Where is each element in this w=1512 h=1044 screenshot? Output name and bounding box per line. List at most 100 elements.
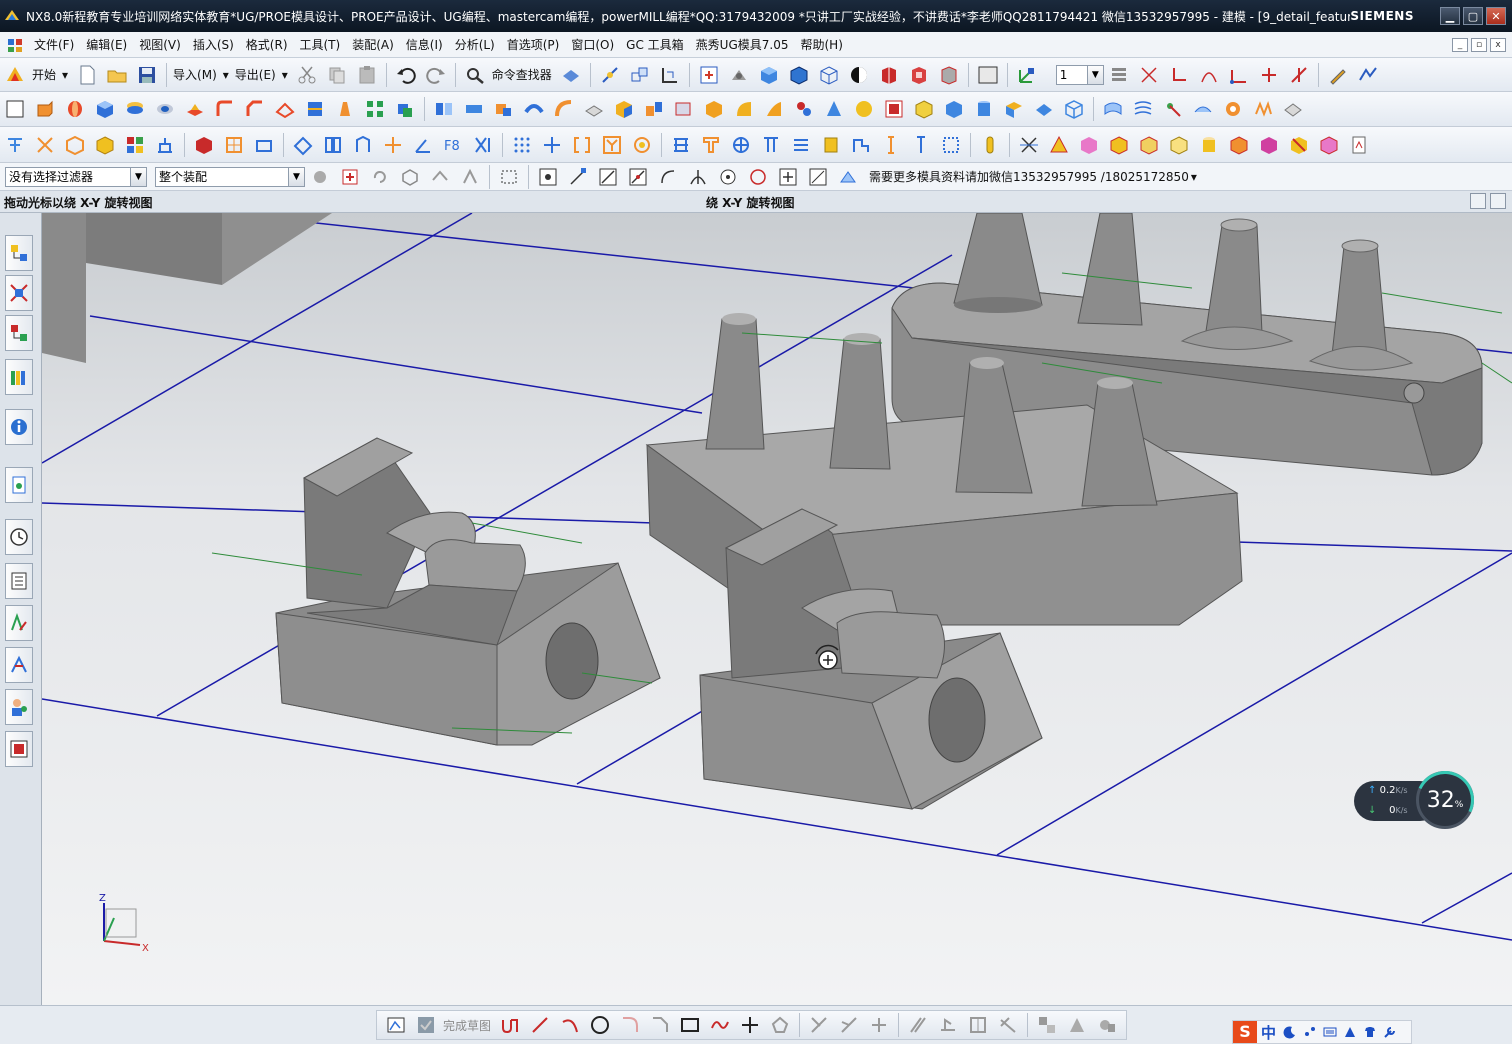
extension-icon[interactable] [1190, 96, 1216, 122]
line-snap-icon[interactable] [595, 164, 621, 190]
process-studio-tab[interactable] [5, 647, 33, 683]
menu-assemblies[interactable]: 装配(A) [346, 36, 400, 53]
intersection-icon[interactable] [685, 164, 711, 190]
history-tab[interactable] [5, 467, 33, 503]
move-face-icon[interactable] [62, 132, 88, 158]
wcs-origin-icon[interactable] [1226, 62, 1252, 88]
surface-mesh-icon[interactable] [1100, 96, 1126, 122]
minimize-button[interactable]: ▁ [1440, 7, 1460, 25]
remove-box-icon[interactable] [1286, 132, 1312, 158]
reuse-library-tab[interactable] [5, 359, 33, 395]
pattern-icon[interactable] [362, 96, 388, 122]
red-solid-icon[interactable] [191, 132, 217, 158]
snap-icon[interactable] [597, 62, 623, 88]
chamfer-sketch-icon[interactable] [647, 1012, 673, 1038]
circle-gear-icon[interactable] [629, 132, 655, 158]
bounded-plane-icon[interactable] [761, 96, 787, 122]
report-icon[interactable] [1346, 132, 1372, 158]
electrode-icon[interactable] [1136, 132, 1162, 158]
sketch-task-icon[interactable] [383, 1012, 409, 1038]
pattern-curve-icon[interactable] [935, 1012, 961, 1038]
magenta-box-icon[interactable] [1256, 132, 1282, 158]
finish-sketch-icon[interactable] [413, 1012, 439, 1038]
shaded-cube-icon[interactable] [756, 62, 782, 88]
through-curves-icon[interactable] [1130, 96, 1156, 122]
pocket-frame-icon[interactable] [938, 132, 964, 158]
wireframe-cube-icon[interactable] [816, 62, 842, 88]
polygon-icon[interactable] [767, 1012, 793, 1038]
cylinder-block-icon[interactable] [1196, 132, 1222, 158]
menu-format[interactable]: 格式(R) [240, 36, 294, 53]
shaded-edges-cube-icon[interactable] [786, 62, 812, 88]
shell-icon[interactable] [272, 96, 298, 122]
finish-sketch-button[interactable]: 完成草图 [443, 1017, 491, 1034]
redo-icon[interactable] [423, 62, 449, 88]
text-icon[interactable] [2, 132, 28, 158]
target-icon[interactable] [728, 132, 754, 158]
part-navigator-tab[interactable] [5, 315, 33, 351]
triangle-face-icon[interactable] [1046, 132, 1072, 158]
chamfer-icon[interactable] [242, 96, 268, 122]
extrude-icon[interactable] [32, 96, 58, 122]
subtract-icon[interactable] [671, 96, 697, 122]
macro-icon[interactable] [1355, 62, 1381, 88]
menu-help[interactable]: 帮助(H) [794, 36, 848, 53]
graphics-window[interactable]: Z X [42, 213, 1512, 1005]
nx-menu-icon[interactable] [6, 36, 24, 54]
menu-tools[interactable]: 工具(T) [294, 36, 347, 53]
box-cut-icon[interactable] [611, 96, 637, 122]
layer-block-icon[interactable] [1226, 132, 1252, 158]
derived-lines-icon[interactable] [995, 1012, 1021, 1038]
sew-icon[interactable] [731, 96, 757, 122]
pink-cube-icon[interactable] [1076, 132, 1102, 158]
clock-tab[interactable] [5, 519, 33, 555]
crosshair-icon[interactable] [539, 132, 565, 158]
make-corner-icon[interactable] [866, 1012, 892, 1038]
user-tab[interactable] [5, 689, 33, 725]
layers-icon[interactable] [788, 132, 814, 158]
blue-block-icon[interactable] [941, 96, 967, 122]
start-icon[interactable] [2, 62, 28, 88]
web-browser-tab[interactable] [5, 409, 33, 445]
wcs-dynamic-icon[interactable] [1286, 62, 1312, 88]
wire-cube-icon[interactable] [1061, 96, 1087, 122]
slide-lifter-icon[interactable] [320, 132, 346, 158]
open-folder-icon[interactable] [104, 62, 130, 88]
menu-yanxiu-mold[interactable]: 燕秀UG模具7.05 [690, 36, 795, 53]
menu-gc-toolkit[interactable]: GC 工具箱 [620, 36, 690, 53]
rect-select-icon[interactable] [496, 164, 522, 190]
wrench-icon[interactable] [1383, 1025, 1397, 1039]
rectangle-icon[interactable] [677, 1012, 703, 1038]
sprue-icon[interactable] [698, 132, 724, 158]
scale-body-icon[interactable] [491, 96, 517, 122]
new-file-icon[interactable] [74, 62, 100, 88]
selection-scope-select[interactable]: 整个装配 ▼ [155, 166, 305, 187]
patch-icon[interactable] [581, 96, 607, 122]
sweep-icon[interactable] [551, 96, 577, 122]
show-constraints-icon[interactable] [1094, 1012, 1120, 1038]
quick-extend-icon[interactable] [836, 1012, 862, 1038]
color-grid-icon[interactable] [122, 132, 148, 158]
parting-icon[interactable] [350, 132, 376, 158]
offset-face-icon[interactable] [461, 96, 487, 122]
profile-icon[interactable] [497, 1012, 523, 1038]
punctuation-icon[interactable] [1303, 1025, 1317, 1039]
undo-select-icon[interactable] [367, 164, 393, 190]
gear-icon[interactable] [1220, 96, 1246, 122]
doc-minimize-button[interactable]: _ [1452, 37, 1468, 52]
mirror-curve-icon[interactable] [965, 1012, 991, 1038]
outline-block-icon[interactable] [251, 132, 277, 158]
snap-points-icon[interactable] [535, 164, 561, 190]
frame-icon[interactable] [221, 132, 247, 158]
cam-icon[interactable] [1280, 96, 1306, 122]
layer-settings-icon[interactable] [1106, 62, 1132, 88]
circle-icon[interactable] [587, 1012, 613, 1038]
mirror-box-icon[interactable] [1316, 132, 1342, 158]
status-restore-icon[interactable] [1470, 193, 1486, 209]
bracket-icon[interactable] [569, 132, 595, 158]
input-method-bar[interactable]: S 中 [1232, 1020, 1412, 1044]
auto-constrain-icon[interactable] [1064, 1012, 1090, 1038]
fillet-icon[interactable] [617, 1012, 643, 1038]
menu-preferences[interactable]: 首选项(P) [501, 36, 566, 53]
filter-settings-icon[interactable] [307, 164, 333, 190]
